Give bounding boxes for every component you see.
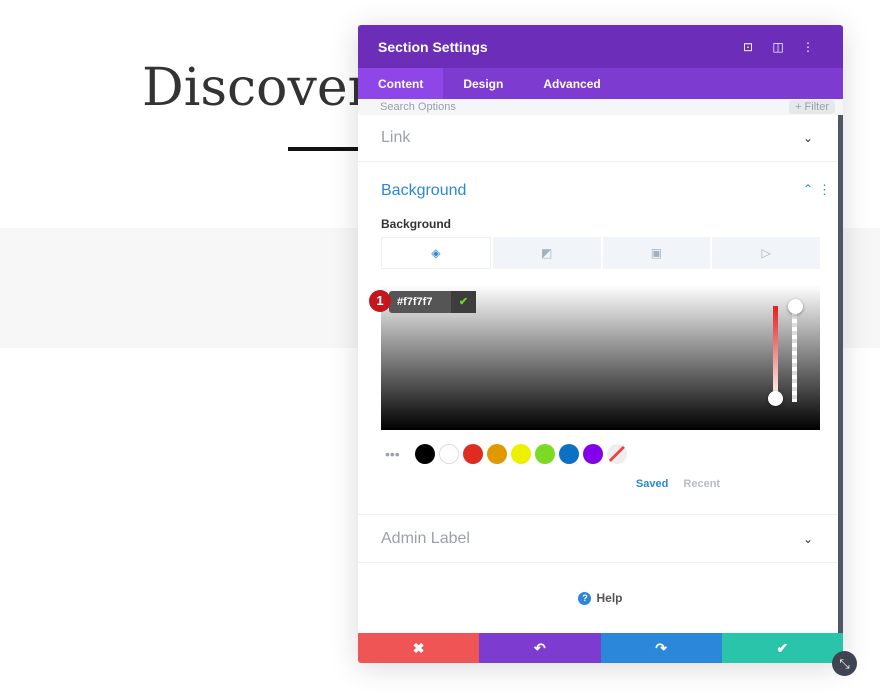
background-section: Background ⌃ ⋮ Background ◈ ◩ ▣ ▷ #f7f7f… (358, 162, 843, 515)
hex-value[interactable]: #f7f7f7 (389, 291, 451, 313)
background-toggle[interactable]: Background ⌃ ⋮ (381, 182, 831, 200)
color-swatch[interactable] (535, 444, 555, 464)
tab-design[interactable]: Design (443, 68, 523, 99)
search-input[interactable]: Search Options (380, 101, 456, 113)
chevron-down-icon: ⌄ (802, 531, 813, 546)
help-label: Help (596, 591, 623, 605)
save-button[interactable]: ✔ (721, 633, 843, 663)
color-swatch[interactable] (463, 444, 483, 464)
cancel-button[interactable]: ✖ (358, 633, 480, 663)
color-swatch[interactable] (439, 444, 459, 464)
recent-tab[interactable]: Recent (683, 478, 720, 490)
color-swatch[interactable] (559, 444, 579, 464)
step-badge: 1 (369, 290, 391, 312)
background-type-tabs: ◈ ◩ ▣ ▷ (381, 237, 820, 269)
gradient-tab-icon[interactable]: ◩ (492, 237, 601, 269)
filter-button[interactable]: + Filter (789, 100, 835, 114)
more-icon[interactable]: ⋮ (818, 182, 831, 198)
tab-content[interactable]: Content (358, 68, 444, 99)
color-swatch[interactable] (583, 444, 603, 464)
page-heading: Discover (142, 58, 373, 118)
hex-input[interactable]: #f7f7f7 ✔ (389, 291, 476, 313)
panel-header: Section Settings ⊡ ◫ ⋮ (358, 25, 843, 68)
panel-title: Section Settings (378, 38, 488, 55)
panel-footer: ✖ ↶ ↷ ✔ (358, 633, 843, 663)
undo-button[interactable]: ↶ (479, 633, 601, 663)
swatch-row: ••• (381, 442, 820, 466)
help-button[interactable]: ? Help (358, 563, 843, 633)
link-label: Link (381, 129, 411, 146)
chevron-up-icon: ⌃ (802, 182, 813, 196)
check-icon[interactable]: ✔ (451, 291, 476, 313)
swatch-tabs: Saved Recent (536, 478, 820, 490)
opacity-handle[interactable] (788, 299, 803, 314)
admin-label: Admin Label (381, 529, 470, 547)
color-swatch[interactable] (415, 444, 435, 464)
more-icon[interactable]: ⋮ (793, 40, 823, 54)
tab-advanced[interactable]: Advanced (523, 68, 620, 99)
video-tab-icon[interactable]: ▷ (712, 237, 820, 269)
opacity-slider[interactable] (792, 307, 797, 402)
color-picker-area[interactable]: #f7f7f7 ✔ 1 (369, 285, 820, 430)
background-sub-label: Background (381, 217, 452, 231)
redo-button[interactable]: ↷ (600, 633, 722, 663)
sidebar-icon[interactable]: ◫ (763, 40, 793, 54)
hue-handle[interactable] (768, 391, 783, 406)
admin-label-toggle[interactable]: Admin Label ⌄ (358, 515, 843, 563)
no-color-swatch[interactable] (607, 444, 627, 464)
color-tab-paint-bucket-icon[interactable]: ◈ (381, 237, 491, 269)
panel-tabs: Content Design Advanced (358, 68, 843, 99)
image-tab-icon[interactable]: ▣ (602, 237, 711, 269)
chevron-down-icon: ⌄ (802, 131, 813, 145)
scrollbar[interactable] (838, 115, 843, 633)
link-toggle[interactable]: Link ⌄ (358, 115, 843, 162)
color-swatch[interactable] (511, 444, 531, 464)
section-settings-panel: Section Settings ⊡ ◫ ⋮ Content Design Ad… (358, 25, 843, 663)
hue-slider[interactable] (773, 306, 778, 401)
heading-divider (288, 147, 360, 151)
help-icon: ? (578, 591, 592, 605)
saved-tab[interactable]: Saved (636, 478, 668, 490)
background-title: Background (381, 182, 467, 199)
search-row: Search Options + Filter (358, 99, 843, 115)
more-swatches-icon[interactable]: ••• (385, 446, 415, 462)
color-swatch[interactable] (487, 444, 507, 464)
focus-icon[interactable]: ⊡ (733, 40, 763, 54)
resize-icon[interactable]: ⤡ (832, 651, 857, 676)
